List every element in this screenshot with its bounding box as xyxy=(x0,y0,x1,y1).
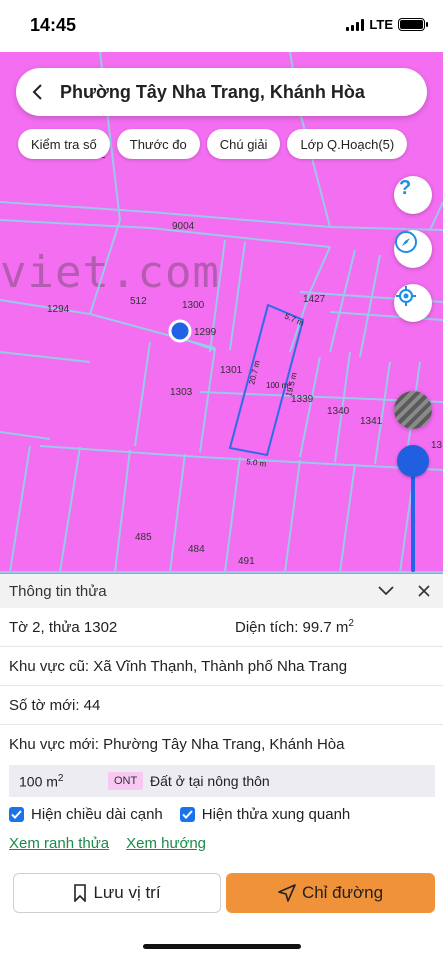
parcel-label-1294: 1294 xyxy=(47,304,70,315)
chip-legend[interactable]: Chú giải xyxy=(206,129,281,159)
view-boundary-link[interactable]: Xem ranh thửa xyxy=(9,835,109,852)
compass-icon[interactable] xyxy=(394,230,432,268)
navigation-icon xyxy=(278,884,296,902)
parcel-label-1301: 1301 xyxy=(220,365,243,376)
parcel-label-1339: 1339 xyxy=(291,394,314,405)
parcel-label-1341: 1341 xyxy=(360,416,383,427)
old-area: Khu vực cũ: Xã Vĩnh Thạnh, Thành phố Nha… xyxy=(9,657,348,675)
sheet-links: Xem ranh thửa Xem hướng xyxy=(9,835,206,852)
opacity-slider-thumb[interactable] xyxy=(397,445,429,477)
parcel-label-512: 512 xyxy=(130,296,147,307)
status-bar: 14:45 LTE xyxy=(0,0,443,52)
parcel-label-485: 485 xyxy=(135,532,152,543)
land-code-badge: ONT xyxy=(108,772,144,790)
svg-text:5.0 m: 5.0 m xyxy=(246,457,267,469)
parcel-label-484: 484 xyxy=(188,544,205,555)
parcel-label-9004: 9004 xyxy=(172,221,195,232)
parcel-info-sheet: Thông tin thửa Tờ 2, thửa 1302 Diện tích… xyxy=(0,574,443,960)
save-location-button[interactable]: Lưu vị trí xyxy=(13,873,221,913)
parcel-label-1427: 1427 xyxy=(303,294,326,305)
signal-icon xyxy=(346,18,365,31)
new-sheet-row: Số tờ mới: 44 xyxy=(0,686,443,725)
battery-icon xyxy=(398,18,428,31)
chip-ruler[interactable]: Thước đo xyxy=(116,129,200,159)
sheet-header: Thông tin thửa xyxy=(0,574,443,608)
parcel-label-1300: 1300 xyxy=(182,300,205,311)
location-title: Phường Tây Nha Trang, Khánh Hòa xyxy=(60,81,365,102)
directions-button[interactable]: Chỉ đường xyxy=(226,873,435,913)
network-type: LTE xyxy=(369,17,393,32)
search-bar[interactable]: Phường Tây Nha Trang, Khánh Hòa xyxy=(16,68,427,116)
display-options: Hiện chiều dài cạnh Hiện thửa xung quanh xyxy=(9,806,350,823)
status-time: 14:45 xyxy=(30,15,77,35)
new-area: Khu vực mới: Phường Tây Nha Trang, Khánh… xyxy=(9,736,345,753)
parcel-label-1299: 1299 xyxy=(194,327,217,338)
parcel-id: Tờ 2, thửa 1302 xyxy=(9,618,118,636)
land-area: 100 m2 xyxy=(19,772,64,790)
layer-icon[interactable] xyxy=(394,391,432,429)
edge-length-checkbox[interactable]: Hiện chiều dài cạnh xyxy=(9,806,163,823)
parcel-label-1340: 1340 xyxy=(327,406,350,417)
parcel-label-1303: 1303 xyxy=(170,387,193,398)
back-icon[interactable] xyxy=(16,68,60,116)
old-area-row: Khu vực cũ: Xã Vĩnh Thạnh, Thành phố Nha… xyxy=(0,647,443,686)
checkbox-checked-icon[interactable] xyxy=(9,807,24,822)
opacity-slider-track[interactable] xyxy=(411,462,415,572)
help-icon[interactable]: ? xyxy=(394,176,432,214)
home-indicator xyxy=(143,944,301,949)
status-indicators: LTE xyxy=(346,17,428,32)
new-sheet-number: Số tờ mới: 44 xyxy=(9,696,101,714)
land-use-row: 100 m2 ONT Đất ở tại nông thôn xyxy=(9,765,435,797)
parcel-row: Tờ 2, thửa 1302 Diện tích: 99.7 m2 xyxy=(0,608,443,647)
checkbox-checked-icon[interactable] xyxy=(179,807,195,822)
locate-icon[interactable] xyxy=(394,284,432,322)
toolbar-chips: Kiểm tra số Thước đo Chú giải Lớp Q.Hoạc… xyxy=(18,129,408,159)
parcel-label-13: 13 xyxy=(431,440,443,451)
sheet-title: Thông tin thửa xyxy=(9,582,107,600)
parcel-label-491: 491 xyxy=(238,556,255,567)
chip-check-number[interactable]: Kiểm tra số xyxy=(18,129,110,159)
land-description: Đất ở tại nông thôn xyxy=(150,773,270,789)
parcel-area: Diện tích: 99.7 m2 xyxy=(235,618,354,636)
svg-text:20.7 m: 20.7 m xyxy=(247,359,262,385)
new-area-row: Khu vực mới: Phường Tây Nha Trang, Khánh… xyxy=(0,725,443,764)
bookmark-icon xyxy=(74,884,87,902)
chip-planning-layer[interactable]: Lớp Q.Hoạch(5) xyxy=(287,129,408,159)
view-direction-link[interactable]: Xem hướng xyxy=(126,835,206,852)
chevron-down-icon[interactable] xyxy=(376,581,396,601)
svg-text:?: ? xyxy=(399,177,411,198)
close-icon[interactable] xyxy=(414,581,434,601)
surrounding-checkbox[interactable]: Hiện thửa xung quanh xyxy=(179,806,350,823)
